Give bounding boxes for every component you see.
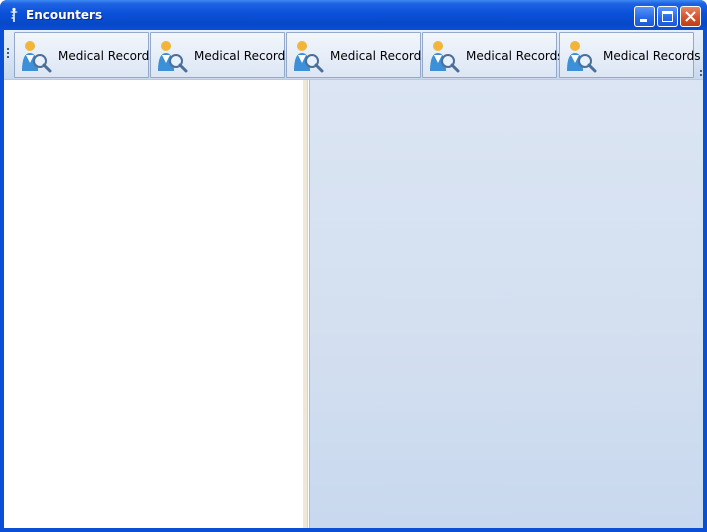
button-label: Medical Records [194,49,292,63]
button-label: Medical Records [58,49,156,63]
medical-records-icon [430,41,460,73]
toolbar: Medical Records Medical Records Medical … [4,30,703,80]
title-bar[interactable]: Encounters [0,0,707,30]
button-label: Medical Records [603,49,701,63]
window-title: Encounters [26,8,103,22]
button-label: Medical Records [330,49,428,63]
toolbar-overflow[interactable] [700,70,703,78]
medical-records-button-3[interactable]: Medical Records [286,32,428,78]
medical-records-icon [294,41,324,73]
left-panel [4,80,303,528]
client-area: Medical Records Medical Records Medical … [4,30,703,528]
medical-records-button-5[interactable]: Medical Records [559,32,701,78]
medical-records-button-4[interactable]: Medical Records [422,32,564,78]
caduceus-icon [10,7,18,22]
minimize-icon [640,19,647,22]
close-button[interactable] [680,6,701,27]
maximize-icon [662,11,673,22]
medical-records-button-1[interactable]: Medical Records [14,32,156,78]
medical-records-icon [567,41,597,73]
close-icon [685,11,696,22]
maximize-button[interactable] [657,6,678,27]
right-panel [309,80,703,528]
medical-records-icon [158,41,188,73]
panel-splitter[interactable] [303,80,308,528]
medical-records-button-2[interactable]: Medical Records [150,32,292,78]
button-label: Medical Records [466,49,564,63]
medical-records-icon [22,41,52,73]
minimize-button[interactable] [634,6,655,27]
encounters-window: Encounters Medical Records Medical Recor… [0,0,707,532]
toolbar-grip[interactable] [7,48,10,62]
